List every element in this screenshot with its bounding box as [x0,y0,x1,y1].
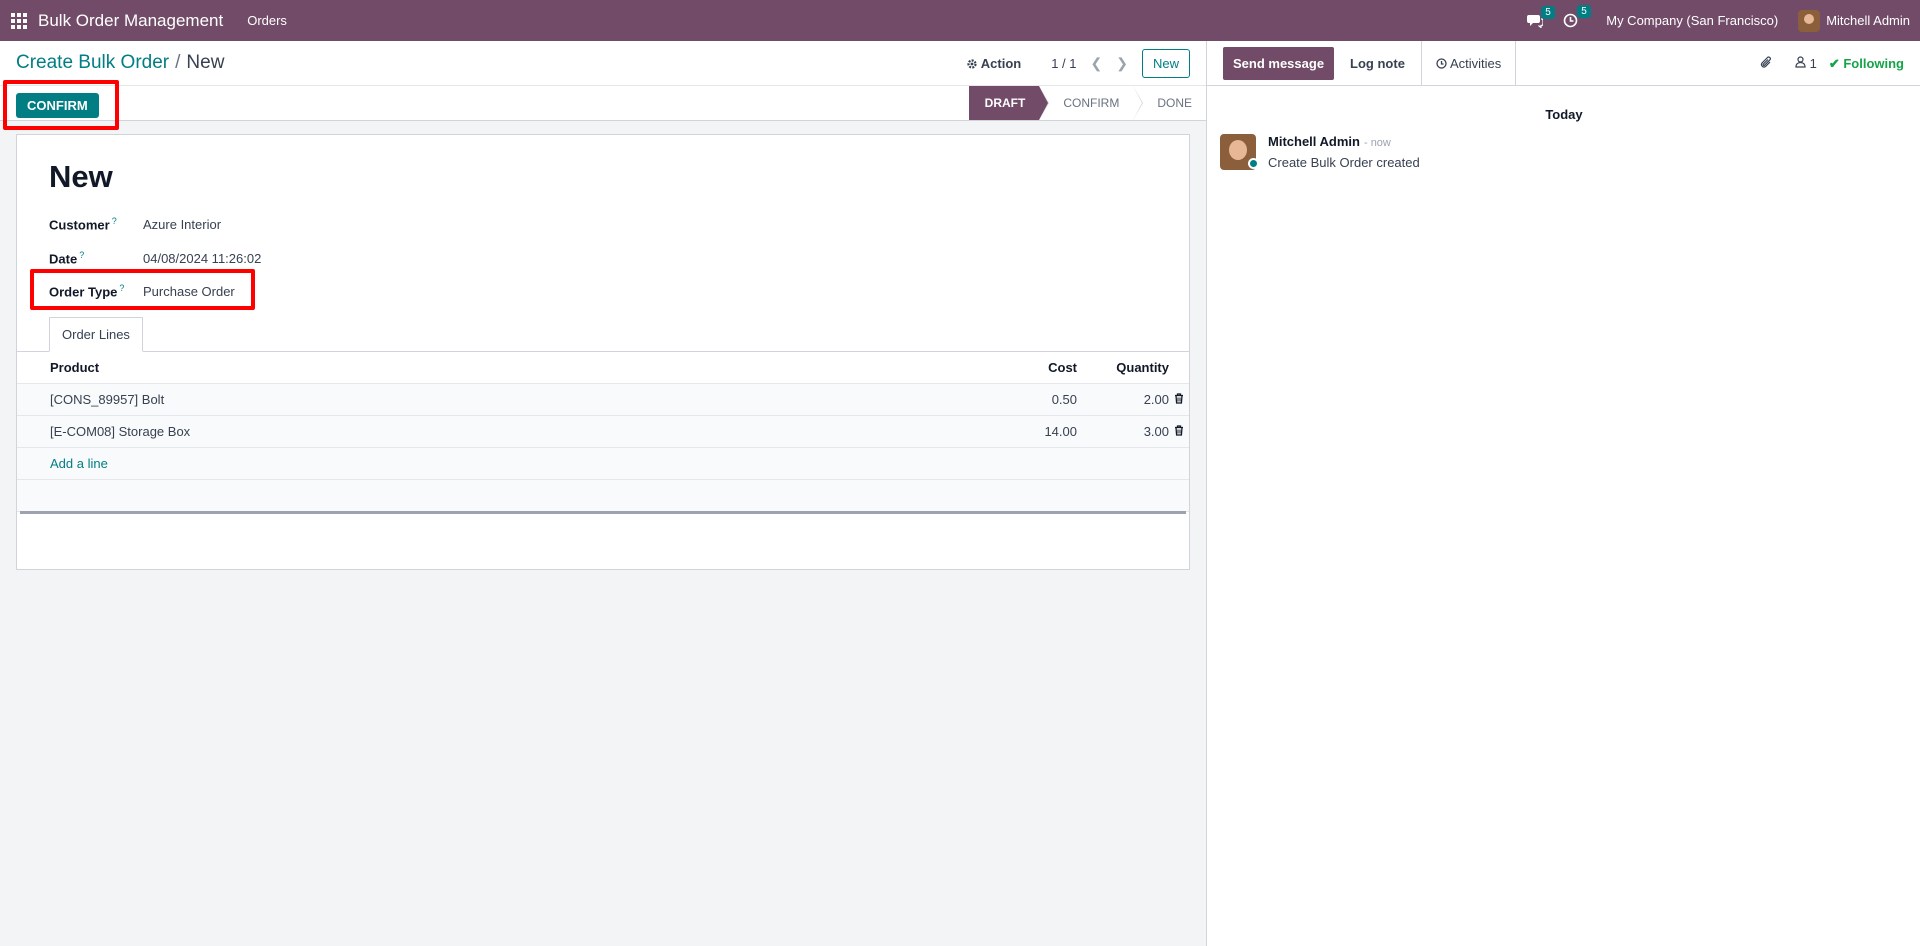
top-navbar: Bulk Order Management Orders 5 5 My Comp… [0,0,1920,41]
stage-confirm[interactable]: CONFIRM [1039,86,1144,120]
add-line-link[interactable]: Add a line [50,456,108,471]
date-label: Date [49,251,78,267]
breadcrumb-parent[interactable]: Create Bulk Order [16,52,169,73]
chatter-message: Mitchell Admin - now Create Bulk Order cr… [1220,134,1420,170]
trash-icon[interactable] [1169,392,1189,407]
breadcrumb: Create Bulk Order / New [16,52,224,74]
form-statusbar: CONFIRM DRAFT CONFIRM DONE [0,86,1206,121]
line-cost[interactable]: 0.50 [997,392,1077,407]
action-menu-button[interactable]: Action [966,56,1021,71]
chatter-topbar: Send message Log note Activities 1 ✔ Fol… [1207,40,1920,86]
order-type-label: Order Type [49,284,118,300]
help-tooltip-icon[interactable]: ? [112,216,117,226]
breadcrumb-current: New [186,52,225,73]
author-avatar[interactable] [1220,134,1259,170]
online-status-icon [1248,158,1259,169]
customer-field: Customer? Azure Interior [49,216,221,232]
pager-previous-icon[interactable]: ❮ [1091,55,1103,72]
following-label: Following [1843,55,1904,71]
user-icon [1795,56,1806,68]
check-icon: ✔ [1828,55,1840,71]
column-cost[interactable]: Cost [997,360,1077,375]
apps-menu-icon[interactable] [0,0,38,41]
tab-order-lines[interactable]: Order Lines [49,317,143,352]
company-switcher[interactable]: My Company (San Francisco) [1606,13,1778,28]
message-author[interactable]: Mitchell Admin [1268,134,1360,149]
activities-label: Activities [1449,55,1502,71]
menu-orders[interactable]: Orders [247,13,287,28]
gear-icon [967,58,977,69]
user-name: Mitchell Admin [1826,13,1910,28]
activities-badge: 5 [1577,5,1591,18]
confirm-button[interactable]: CONFIRM [16,93,99,118]
line-quantity[interactable]: 2.00 [1077,392,1169,407]
line-cost[interactable]: 14.00 [997,424,1077,439]
chatter-panel: Send message Log note Activities 1 ✔ Fol… [1206,40,1920,946]
order-type-field: Order Type? Purchase Order [49,283,235,299]
line-product[interactable]: [CONS_89957] Bolt [17,392,997,407]
table-row[interactable]: [CONS_89957] Bolt 0.50 2.00 [17,384,1189,416]
pager-value[interactable]: 1 / 1 [1051,56,1076,71]
clock-icon [1563,13,1578,28]
followers-count: 1 [1809,56,1817,71]
stage-done[interactable]: DONE [1133,86,1206,120]
new-record-button[interactable]: New [1141,49,1190,78]
form-view: Create Bulk Order / New Action 1 / 1 ❮ ❯ N… [0,41,1206,946]
paperclip-icon[interactable] [1760,55,1773,73]
messages-badge: 5 [1541,5,1555,19]
order-lines-table: Product Cost Quantity [CONS_89957] Bolt … [17,352,1189,512]
customer-label: Customer [49,217,110,233]
action-label: Action [980,56,1022,71]
date-field: Date? 04/08/2024 11:26:02 [49,250,261,266]
clock-icon [1436,57,1447,69]
user-menu[interactable]: Mitchell Admin [1798,9,1910,32]
date-separator: Today [1545,107,1583,122]
stage-draft[interactable]: DRAFT [968,86,1049,120]
trash-icon[interactable] [1169,424,1189,439]
help-tooltip-icon[interactable]: ? [119,283,124,293]
horizontal-scrollbar[interactable] [20,511,1186,514]
control-panel: Create Bulk Order / New Action 1 / 1 ❮ ❯ N… [0,41,1206,86]
log-note-button[interactable]: Log note [1334,40,1422,86]
activities-button[interactable]: Activities [1422,40,1517,86]
form-sheet: New Customer? Azure Interior Date? 04/08… [16,134,1190,570]
table-header: Product Cost Quantity [17,352,1189,384]
followers-button[interactable]: 1 [1795,56,1817,71]
help-tooltip-icon[interactable]: ? [79,250,84,260]
messaging-menu[interactable]: 5 [1527,5,1555,28]
date-input[interactable]: 04/08/2024 11:26:02 [143,251,261,266]
add-line-row: Add a line [17,448,1189,480]
line-product[interactable]: [E-COM08] Storage Box [17,424,997,439]
record-title[interactable]: New [49,159,113,195]
message-time: - now [1363,137,1391,149]
breadcrumb-separator: / [175,52,181,73]
activity-menu[interactable]: 5 [1563,5,1591,28]
following-button[interactable]: ✔ Following [1829,56,1904,72]
app-name[interactable]: Bulk Order Management [38,11,223,31]
empty-row [17,480,1189,512]
column-quantity[interactable]: Quantity [1077,360,1169,375]
order-type-select[interactable]: Purchase Order [143,284,235,299]
stage-statusbar: DRAFT CONFIRM DONE [968,86,1206,120]
line-quantity[interactable]: 3.00 [1077,424,1169,439]
message-body: Create Bulk Order created [1268,155,1420,170]
column-product[interactable]: Product [17,360,997,375]
send-message-button[interactable]: Send message [1223,46,1335,80]
user-avatar [1798,9,1821,32]
table-row[interactable]: [E-COM08] Storage Box 14.00 3.00 [17,416,1189,448]
pager-next-icon[interactable]: ❯ [1116,55,1128,72]
customer-input[interactable]: Azure Interior [143,217,221,232]
